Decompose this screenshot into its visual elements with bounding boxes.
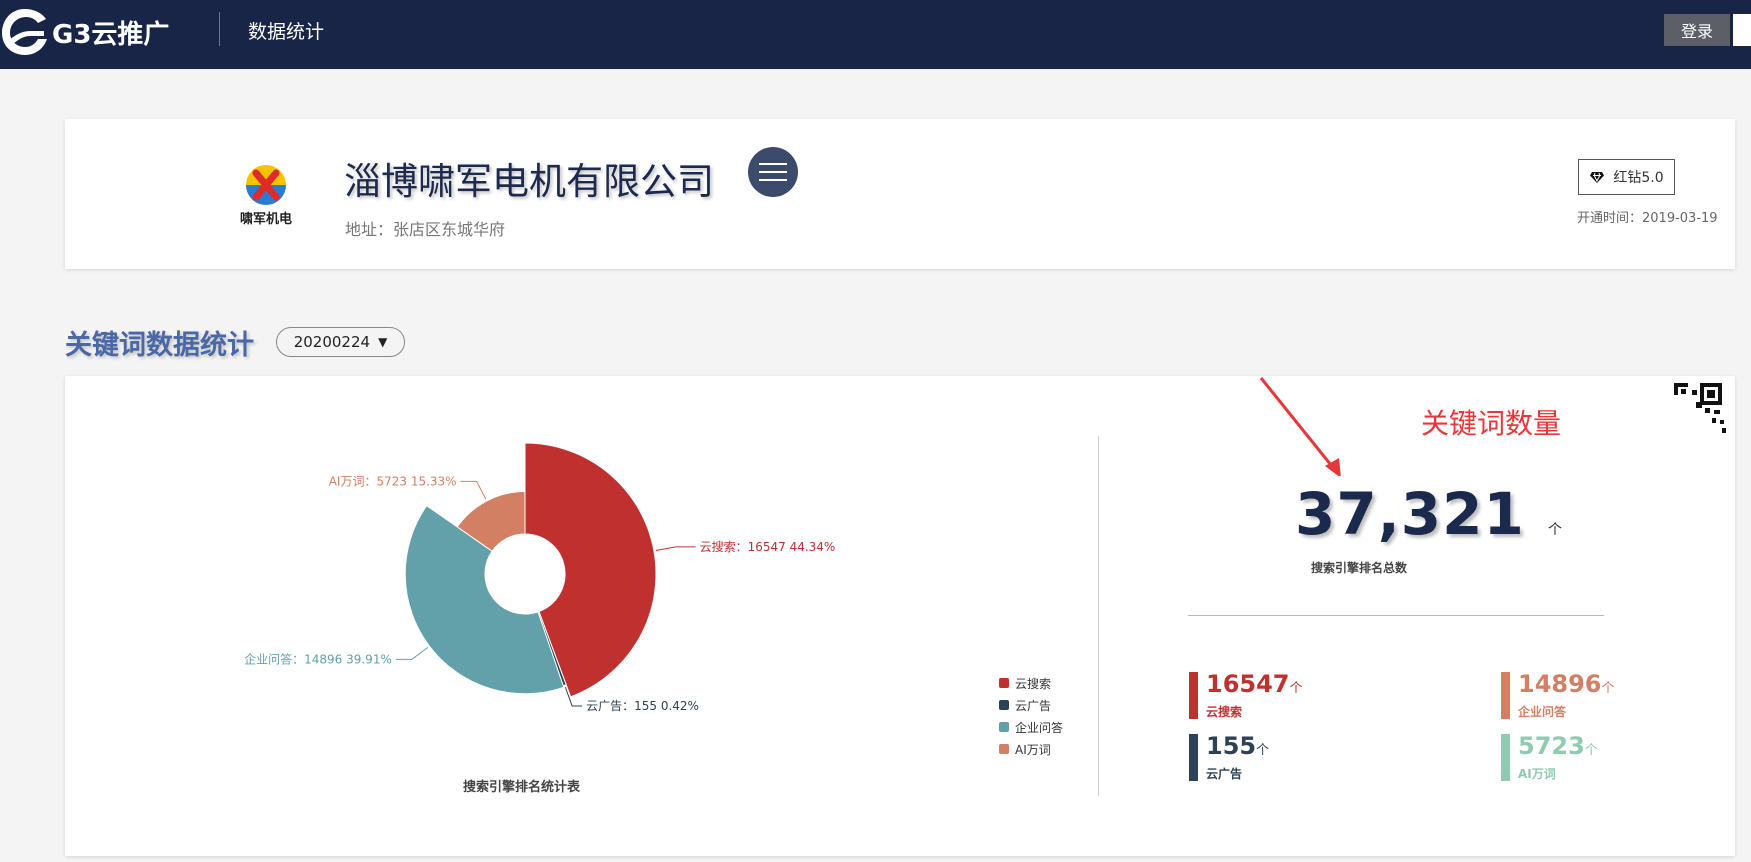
brand-name: G3云推广 bbox=[52, 19, 170, 50]
company-logo-icon bbox=[246, 165, 286, 205]
legend-label: 云广告 bbox=[1015, 698, 1052, 713]
stat-label: 企业问答 bbox=[1518, 705, 1567, 719]
company-logo: 啸军机电 bbox=[231, 164, 301, 234]
legend-item-cloud-ad[interactable]: 云广告 bbox=[999, 694, 1063, 716]
pie-label-line-cloud-search bbox=[655, 546, 696, 551]
stat-label: AI万词 bbox=[1518, 767, 1556, 781]
stat-value: 155个 bbox=[1206, 732, 1270, 760]
company-name: 淄博啸军电机有限公司 bbox=[344, 160, 714, 203]
stat-bar bbox=[1189, 672, 1198, 719]
legend-swatch bbox=[999, 744, 1009, 754]
page-title: 数据统计 bbox=[248, 21, 325, 43]
company-address: 地址：张店区东城华府 bbox=[345, 220, 506, 239]
header-divider bbox=[219, 12, 220, 46]
pie-label-ai-words: AI万词：5723 15.33% bbox=[329, 474, 457, 488]
pie-label-line-ai-words bbox=[460, 480, 487, 500]
date-select-value: 20200224 bbox=[293, 333, 371, 351]
vertical-divider bbox=[1098, 436, 1099, 796]
legend-label: 云搜索 bbox=[1015, 676, 1052, 691]
stat-value: 5723个 bbox=[1518, 732, 1598, 760]
top-bar: G3云推广 数据统计 登录 bbox=[0, 0, 1751, 69]
pie-label-cloud-search: 云搜索：16547 44.34% bbox=[700, 539, 836, 554]
section-title: 关键词数据统计 bbox=[65, 330, 254, 361]
menu-icon-line bbox=[759, 179, 787, 181]
company-card: 啸军机电 淄博啸军电机有限公司 地址：张店区东城华府 红钻5.0 开通时间：20… bbox=[65, 119, 1735, 269]
chart-title: 搜索引擎排名统计表 bbox=[463, 780, 581, 795]
menu-button[interactable] bbox=[748, 147, 798, 197]
pie-label-cloud-ad: 云广告：155 0.42% bbox=[586, 699, 699, 713]
menu-icon-line bbox=[759, 171, 787, 173]
legend-swatch bbox=[999, 722, 1009, 732]
stat-label: 云搜索 bbox=[1206, 705, 1243, 719]
company-logo-label: 啸军机电 bbox=[239, 212, 292, 227]
open-date: 开通时间：2019-03-19 bbox=[1577, 211, 1718, 226]
chart-legend: 云搜索云广告企业问答 AI万词 bbox=[999, 672, 1063, 760]
total-count: 37,321 bbox=[1295, 480, 1525, 548]
tier-label: 红钻5.0 bbox=[1613, 170, 1664, 186]
pie-label-enterprise-qa: 企业问答：14896 39.91% bbox=[244, 651, 392, 666]
annotation-arrow-icon bbox=[1259, 377, 1341, 476]
pie-label-line-enterprise-qa bbox=[395, 646, 429, 660]
qr-code-icon[interactable] bbox=[1672, 380, 1728, 436]
annotation-label: 关键词数量 bbox=[1421, 407, 1562, 440]
stats-card: 云搜索：16547 44.34% 云广告：155 0.42% 企业问答：14896 … bbox=[65, 376, 1735, 856]
brand-logo-icon bbox=[2, 9, 47, 55]
stat-value: 16547个 bbox=[1206, 670, 1303, 698]
stat-bar bbox=[1189, 734, 1198, 781]
stat-value: 14896个 bbox=[1518, 670, 1615, 698]
legend-label: 企业问答 bbox=[1015, 720, 1064, 735]
legend-swatch bbox=[999, 700, 1009, 710]
caret-down-icon: ▼ bbox=[378, 335, 388, 349]
brand-logo[interactable]: G3云推广 bbox=[0, 4, 169, 60]
legend-item-ai-words[interactable]: AI万词 bbox=[999, 738, 1063, 760]
tier-badge[interactable]: 红钻5.0 bbox=[1578, 159, 1675, 195]
login-button[interactable]: 登录 bbox=[1664, 14, 1730, 46]
legend-label: AI万词 bbox=[1015, 742, 1051, 757]
total-label: 搜索引擎排名总数 bbox=[1311, 561, 1408, 575]
legend-swatch bbox=[999, 678, 1009, 688]
date-select[interactable]: 20200224 ▼ bbox=[276, 327, 405, 357]
horizontal-divider bbox=[1188, 615, 1604, 616]
stat-bar bbox=[1501, 672, 1510, 719]
legend-item-enterprise-qa[interactable]: 企业问答 bbox=[999, 716, 1063, 738]
stat-bar bbox=[1501, 734, 1510, 781]
legend-item-cloud-search[interactable]: 云搜索 bbox=[999, 672, 1063, 694]
stat-label: 云广告 bbox=[1206, 767, 1243, 781]
diamond-icon bbox=[1590, 171, 1605, 183]
register-button[interactable] bbox=[1733, 14, 1751, 46]
total-unit: 个 bbox=[1548, 522, 1562, 538]
menu-icon-line bbox=[759, 163, 787, 165]
